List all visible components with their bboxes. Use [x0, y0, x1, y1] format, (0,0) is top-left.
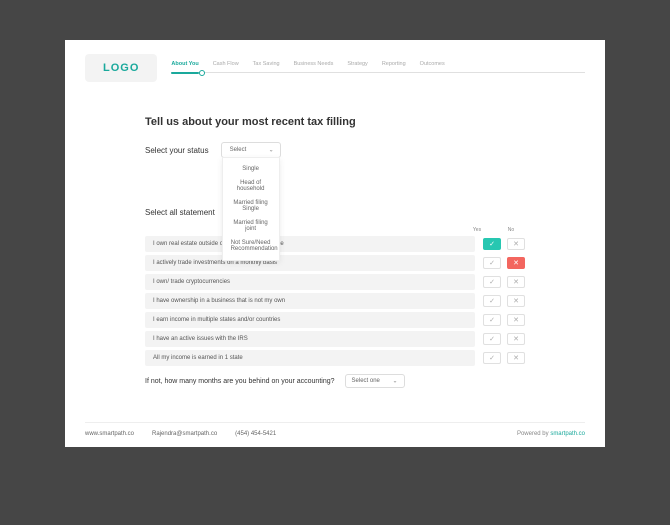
footer-email[interactable]: Rajendra@smartpath.co — [152, 431, 217, 437]
status-option[interactable]: Not Sure/Need Recommendation — [223, 236, 279, 256]
yes-button[interactable]: ✓ — [483, 257, 501, 269]
no-button[interactable]: ✕ — [507, 257, 525, 269]
yes-button[interactable]: ✓ — [483, 314, 501, 326]
statement-row: I own real estate outside of my primary … — [145, 236, 525, 252]
no-button[interactable]: ✕ — [507, 333, 525, 345]
statements-label: Select all statement — [145, 208, 525, 217]
status-label: Select your status — [145, 146, 209, 155]
statement-text: I have ownership in a business that is n… — [145, 293, 475, 309]
status-row: Select your status Select ⌄ SingleHead o… — [145, 142, 525, 158]
stepper-knob — [199, 70, 205, 76]
status-option[interactable]: Married filing Single — [223, 196, 279, 216]
footer-left: www.smartpath.co Rajendra@smartpath.co (… — [85, 431, 276, 437]
statement-text: I earn income in multiple states and/or … — [145, 312, 475, 328]
tab-business-needs[interactable]: Business Needs — [294, 61, 334, 75]
footer-powered: Powered by smartpath.co — [517, 431, 585, 437]
statement-text: I actively trade investments on a monthl… — [145, 255, 475, 271]
yes-button[interactable]: ✓ — [483, 352, 501, 364]
months-label: If not, how many months are you behind o… — [145, 378, 335, 385]
no-button[interactable]: ✕ — [507, 295, 525, 307]
tab-strategy[interactable]: Strategy — [347, 61, 367, 75]
col-no: No — [503, 227, 519, 233]
main-content: Tell us about your most recent tax filli… — [85, 82, 585, 398]
statement-toggle: ✓✕ — [483, 352, 525, 364]
tab-tax-saving[interactable]: Tax Saving — [253, 61, 280, 75]
footer-site[interactable]: www.smartpath.co — [85, 431, 134, 437]
statement-toggle: ✓✕ — [483, 238, 525, 250]
no-button[interactable]: ✕ — [507, 238, 525, 250]
chevron-down-icon: ⌄ — [269, 147, 274, 154]
status-select[interactable]: Select ⌄ SingleHead of householdMarried … — [221, 142, 281, 158]
tab-cash-flow[interactable]: Cash Flow — [213, 61, 239, 75]
statement-toggle: ✓✕ — [483, 276, 525, 288]
statement-text: I own/ trade cryptocurrencies — [145, 274, 475, 290]
months-select[interactable]: Select one ⌄ — [345, 374, 405, 388]
statement-row: I have an active issues with the IRS✓✕ — [145, 331, 525, 347]
months-select-value: Select one — [352, 378, 380, 384]
statement-toggle: ✓✕ — [483, 333, 525, 345]
header: LOGO About You Cash Flow Tax Saving Busines… — [85, 54, 585, 82]
yes-button[interactable]: ✓ — [483, 295, 501, 307]
months-row: If not, how many months are you behind o… — [145, 374, 525, 388]
tab-reporting[interactable]: Reporting — [382, 61, 406, 75]
no-button[interactable]: ✕ — [507, 314, 525, 326]
yes-button[interactable]: ✓ — [483, 238, 501, 250]
statement-row: I own/ trade cryptocurrencies✓✕ — [145, 274, 525, 290]
yes-button[interactable]: ✓ — [483, 276, 501, 288]
status-select-value: Select — [230, 147, 247, 153]
statement-row: I have ownership in a business that is n… — [145, 293, 525, 309]
powered-link[interactable]: smartpath.co — [550, 431, 585, 437]
status-option[interactable]: Single — [223, 162, 279, 176]
statements-header: Yes No — [145, 227, 525, 233]
statement-toggle: ✓✕ — [483, 257, 525, 269]
statement-toggle: ✓✕ — [483, 295, 525, 307]
status-option[interactable]: Married filing joint — [223, 216, 279, 236]
status-option[interactable]: Head of household — [223, 176, 279, 196]
statement-row: All my income is earned in 1 state✓✕ — [145, 350, 525, 366]
logo: LOGO — [85, 54, 157, 82]
statement-row: I earn income in multiple states and/or … — [145, 312, 525, 328]
statement-text: All my income is earned in 1 state — [145, 350, 475, 366]
statement-row: I actively trade investments on a monthl… — [145, 255, 525, 271]
tab-outcomes[interactable]: Outcomes — [420, 61, 445, 75]
status-dropdown: SingleHead of householdMarried filing Si… — [222, 157, 280, 261]
footer: www.smartpath.co Rajendra@smartpath.co (… — [85, 422, 585, 437]
statements-table: Yes No I own real estate outside of my p… — [145, 227, 525, 366]
tab-about-you[interactable]: About You — [171, 61, 198, 75]
yes-button[interactable]: ✓ — [483, 333, 501, 345]
page-title: Tell us about your most recent tax filli… — [145, 116, 525, 128]
no-button[interactable]: ✕ — [507, 352, 525, 364]
footer-phone[interactable]: (454) 454-5421 — [235, 431, 276, 437]
statement-text: I have an active issues with the IRS — [145, 331, 475, 347]
no-button[interactable]: ✕ — [507, 276, 525, 288]
stepper-tabs: About You Cash Flow Tax Saving Business Nee… — [171, 61, 585, 75]
chevron-down-icon: ⌄ — [392, 378, 397, 385]
statement-text: I own real estate outside of my primary … — [145, 236, 475, 252]
col-yes: Yes — [469, 227, 485, 233]
statement-toggle: ✓✕ — [483, 314, 525, 326]
app-window: LOGO About You Cash Flow Tax Saving Busines… — [65, 40, 605, 447]
